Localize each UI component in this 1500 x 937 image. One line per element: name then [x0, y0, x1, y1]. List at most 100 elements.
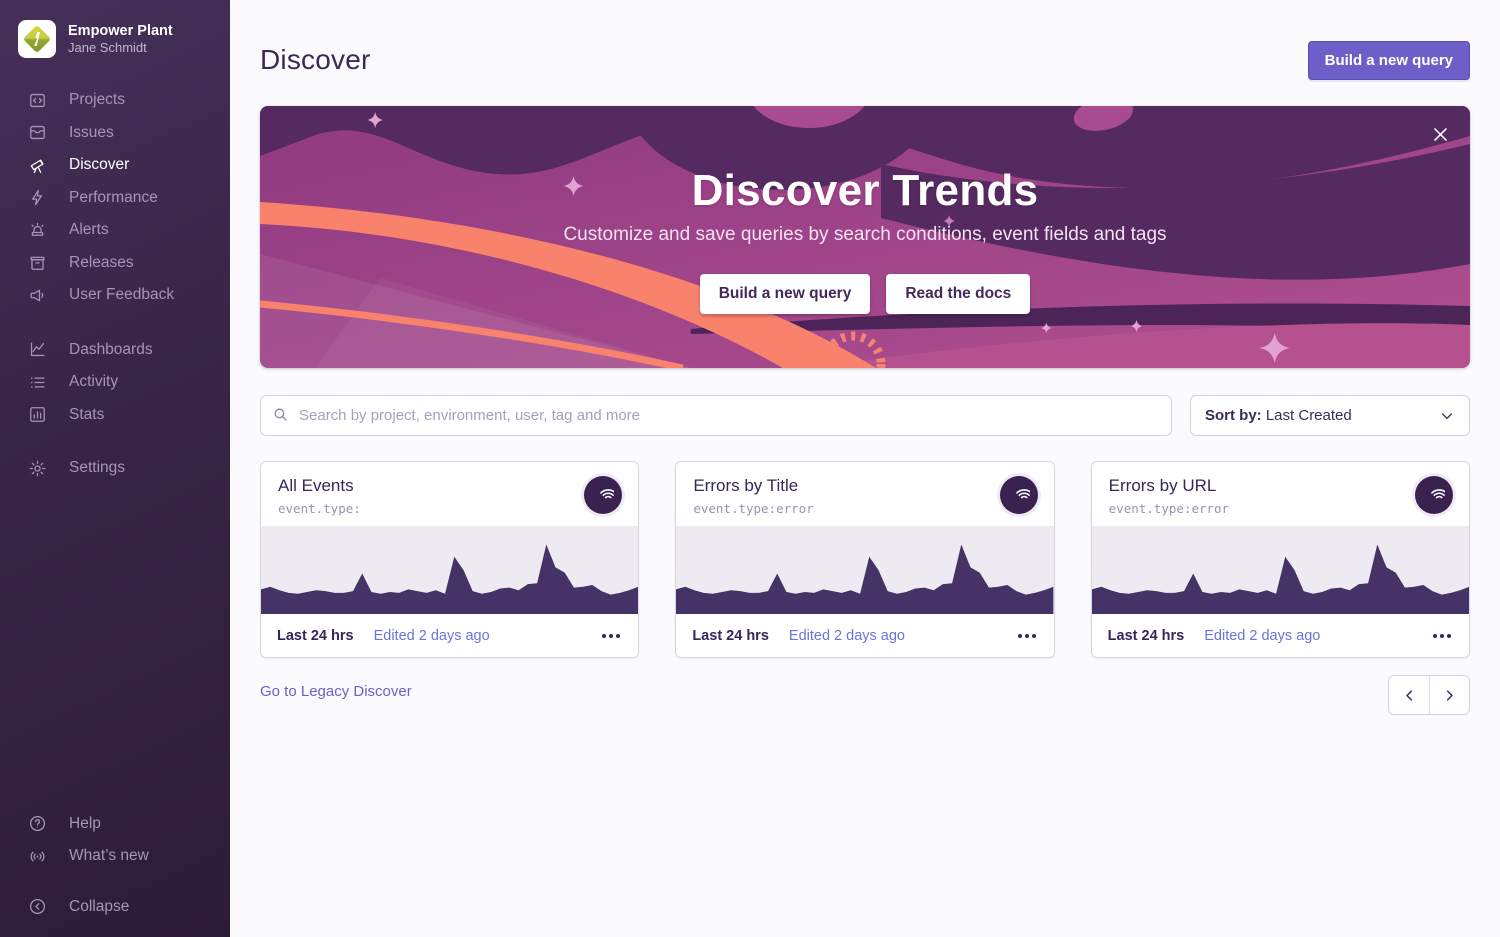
sidebar-item-label: Help: [69, 815, 101, 833]
sidebar-item-performance[interactable]: Performance: [0, 182, 230, 215]
sidebar-item-activity[interactable]: Activity: [0, 366, 230, 399]
sidebar-item-label: Issues: [69, 124, 114, 142]
sidebar-item-user-feedback[interactable]: User Feedback: [0, 279, 230, 312]
lightning-icon: [27, 188, 47, 208]
sidebar-item-label: What’s new: [69, 847, 149, 865]
sidebar-item-collapse[interactable]: Collapse: [0, 891, 230, 924]
question-circle-icon: [27, 814, 47, 834]
search-icon: [272, 406, 289, 428]
card-title: Errors by Title: [693, 476, 813, 496]
sidebar-item-label: Activity: [69, 373, 118, 391]
card-sparkline-chart: [1092, 526, 1469, 614]
banner-title: Discover Trends: [692, 166, 1039, 216]
main-content: Discover Build a new query: [230, 0, 1500, 937]
nav-section-divider: [0, 431, 230, 452]
sidebar-item-discover[interactable]: Discover: [0, 149, 230, 182]
card-timeframe: Last 24 hrs: [277, 628, 354, 644]
card-timeframe: Last 24 hrs: [1108, 628, 1185, 644]
gear-icon: [27, 458, 47, 478]
sidebar-item-releases[interactable]: Releases: [0, 247, 230, 280]
close-icon: [1431, 125, 1450, 144]
projects-icon: [27, 90, 47, 110]
sidebar-item-label: Projects: [69, 91, 125, 109]
card-header-text: Errors by Title event.type:error: [693, 476, 813, 516]
card-header: Errors by Title event.type:error: [676, 462, 1053, 526]
megaphone-icon: [27, 285, 47, 305]
sentry-avatar-icon: [1000, 476, 1038, 514]
banner-subtitle: Customize and save queries by search con…: [563, 224, 1166, 246]
org-names: Empower Plant Jane Schmidt: [68, 22, 173, 56]
page-title: Discover: [260, 44, 371, 76]
card-edited-link[interactable]: Edited 2 days ago: [789, 628, 905, 644]
query-card-errors-by-title[interactable]: Errors by Title event.type:error Last 24…: [675, 461, 1054, 658]
card-header: All Events event.type:: [261, 462, 638, 526]
card-footer: Last 24 hrs Edited 2 days ago: [676, 614, 1053, 657]
card-footer: Last 24 hrs Edited 2 days ago: [1092, 614, 1469, 657]
card-header: Errors by URL event.type:error: [1092, 462, 1469, 526]
pagination: [1388, 675, 1470, 715]
banner-close-button[interactable]: [1424, 118, 1456, 150]
siren-icon: [27, 220, 47, 240]
banner-content: Discover Trends Customize and save queri…: [260, 106, 1470, 368]
toolbar: Sort by: Last Created: [260, 395, 1470, 436]
search-input[interactable]: [260, 395, 1172, 436]
org-switcher[interactable]: Empower Plant Jane Schmidt: [0, 16, 230, 68]
ellipsis-menu-button[interactable]: [600, 628, 622, 644]
card-edited-link[interactable]: Edited 2 days ago: [374, 628, 490, 644]
sidebar-item-label: Settings: [69, 459, 125, 477]
chevron-left-icon: [1402, 688, 1417, 703]
empower-plant-gem-icon: [23, 25, 51, 53]
card-footer: Last 24 hrs Edited 2 days ago: [261, 614, 638, 657]
sidebar-item-dashboards[interactable]: Dashboards: [0, 334, 230, 367]
query-card-all-events[interactable]: All Events event.type: Last 24 hrs Edite…: [260, 461, 639, 658]
card-sparkline-chart: [261, 526, 638, 614]
sidebar-item-label: Dashboards: [69, 341, 153, 359]
sidebar-item-issues[interactable]: Issues: [0, 117, 230, 150]
org-logo: [18, 20, 56, 58]
card-header-text: All Events event.type:: [278, 476, 361, 516]
nav-section-divider: [0, 312, 230, 334]
org-name: Empower Plant: [68, 22, 173, 40]
nav-section-divider: [0, 873, 230, 891]
sort-value: Last Created: [1262, 407, 1352, 424]
bottom-row: Go to Legacy Discover: [260, 675, 1470, 715]
page-header: Discover Build a new query: [260, 38, 1470, 82]
sort-text: Sort by: Last Created: [1205, 407, 1352, 424]
previous-page-button[interactable]: [1389, 676, 1429, 714]
card-edited-link[interactable]: Edited 2 days ago: [1204, 628, 1320, 644]
query-card-errors-by-url[interactable]: Errors by URL event.type:error Last 24 h…: [1091, 461, 1470, 658]
sidebar-item-label: Alerts: [69, 221, 109, 239]
banner-read-docs-button[interactable]: Read the docs: [886, 274, 1030, 314]
chevron-left-circle-icon: [27, 897, 47, 917]
card-query: event.type:: [278, 501, 361, 516]
sidebar-item-help[interactable]: Help: [0, 808, 230, 841]
ellipsis-menu-button[interactable]: [1016, 628, 1038, 644]
search-wrap: [260, 395, 1172, 436]
sidebar-nav: Projects Issues Discover Performance Ale…: [0, 84, 230, 485]
sidebar-item-settings[interactable]: Settings: [0, 452, 230, 485]
sidebar-item-stats[interactable]: Stats: [0, 399, 230, 432]
line-chart-icon: [27, 340, 47, 360]
card-title: All Events: [278, 476, 361, 496]
card-timeframe: Last 24 hrs: [692, 628, 769, 644]
telescope-icon: [27, 155, 47, 175]
next-page-button[interactable]: [1429, 676, 1469, 714]
saved-query-cards: All Events event.type: Last 24 hrs Edite…: [260, 461, 1470, 658]
build-new-query-button[interactable]: Build a new query: [1308, 41, 1470, 80]
sidebar: Empower Plant Jane Schmidt Projects Issu…: [0, 0, 230, 937]
sidebar-item-label: Stats: [69, 406, 104, 424]
card-sparkline-chart: [676, 526, 1053, 614]
sidebar-item-projects[interactable]: Projects: [0, 84, 230, 117]
legacy-discover-link[interactable]: Go to Legacy Discover: [260, 683, 412, 700]
issues-icon: [27, 123, 47, 143]
list-icon: [27, 372, 47, 392]
org-user-name: Jane Schmidt: [68, 40, 173, 56]
sidebar-item-whats-new[interactable]: What’s new: [0, 840, 230, 873]
sidebar-item-alerts[interactable]: Alerts: [0, 214, 230, 247]
discover-trends-banner: Discover Trends Customize and save queri…: [260, 106, 1470, 368]
ellipsis-menu-button[interactable]: [1431, 628, 1453, 644]
banner-build-query-button[interactable]: Build a new query: [700, 274, 871, 314]
sidebar-item-label: User Feedback: [69, 286, 174, 304]
sort-dropdown[interactable]: Sort by: Last Created: [1190, 395, 1470, 436]
card-query: event.type:error: [693, 501, 813, 516]
